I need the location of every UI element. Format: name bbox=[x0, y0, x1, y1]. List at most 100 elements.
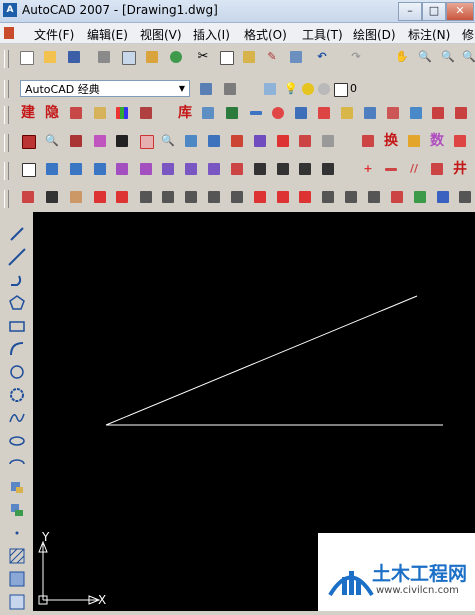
dim-ie-icon[interactable] bbox=[112, 187, 132, 207]
table-icon[interactable] bbox=[18, 131, 38, 151]
reducer-icon[interactable] bbox=[451, 103, 471, 123]
menu-tools[interactable]: 工具(T) bbox=[302, 26, 343, 43]
zoom-window-icon[interactable]: 🔍 bbox=[438, 47, 458, 67]
scissors-icon[interactable] bbox=[295, 159, 315, 179]
text-style-icon[interactable] bbox=[66, 103, 86, 123]
swap-table-icon[interactable] bbox=[358, 131, 378, 151]
dim-end-icon[interactable] bbox=[455, 187, 475, 207]
menu-insert[interactable]: 插入(I) bbox=[193, 26, 230, 43]
cut-icon[interactable]: ✂ bbox=[193, 47, 213, 67]
web-icon[interactable] bbox=[166, 47, 186, 67]
no-entry-icon[interactable] bbox=[268, 103, 288, 123]
toolbar-grip[interactable] bbox=[4, 80, 9, 98]
list-icon[interactable] bbox=[112, 131, 132, 151]
publish-icon[interactable] bbox=[142, 47, 162, 67]
polyline-icon[interactable] bbox=[7, 270, 27, 290]
dim-15c-icon[interactable] bbox=[295, 187, 315, 207]
well-tool-icon[interactable]: 井 bbox=[450, 159, 470, 179]
fraction-c-icon[interactable] bbox=[427, 159, 447, 179]
toolbar-grip[interactable] bbox=[4, 134, 9, 152]
dim-15-icon[interactable] bbox=[250, 187, 270, 207]
ellipse-icon[interactable] bbox=[7, 431, 27, 451]
construction-line-icon[interactable] bbox=[7, 247, 27, 267]
hide-tool-icon[interactable]: 隐 bbox=[42, 103, 62, 123]
close-button[interactable]: ✕ bbox=[446, 2, 474, 21]
dim-angle-icon[interactable] bbox=[181, 187, 201, 207]
dim-ratio-icon[interactable] bbox=[318, 187, 338, 207]
dim-ctrl-icon[interactable] bbox=[341, 187, 361, 207]
break-icon[interactable] bbox=[90, 131, 110, 151]
circle-icon[interactable] bbox=[7, 362, 27, 382]
maximize-button[interactable]: □ bbox=[422, 2, 446, 21]
bend-icon[interactable] bbox=[318, 159, 338, 179]
dim-arrow-icon[interactable] bbox=[387, 187, 407, 207]
workspace-settings-icon[interactable] bbox=[196, 79, 216, 99]
insert-line-icon[interactable] bbox=[381, 159, 401, 179]
text-ai-icon[interactable] bbox=[18, 159, 38, 179]
search-icon[interactable]: 🔍 bbox=[158, 131, 178, 151]
redo-icon[interactable]: ↷ bbox=[346, 47, 366, 67]
stack-icon[interactable] bbox=[204, 159, 224, 179]
hatch-icon[interactable] bbox=[158, 159, 178, 179]
pipe-b-icon[interactable] bbox=[250, 159, 270, 179]
layer-dropdown[interactable]: 0 bbox=[346, 80, 475, 97]
angle-dim-icon[interactable] bbox=[42, 159, 62, 179]
cross-icon[interactable]: + bbox=[358, 159, 378, 179]
menu-file[interactable]: 文件(F) bbox=[34, 26, 74, 43]
toolbar-grip[interactable] bbox=[4, 190, 9, 208]
bars-icon[interactable] bbox=[136, 159, 156, 179]
curve-icon[interactable] bbox=[318, 131, 338, 151]
grid-block-icon[interactable] bbox=[250, 131, 270, 151]
menu-modify[interactable]: 修 bbox=[462, 26, 474, 43]
workspace-dropdown[interactable]: AutoCAD 经典 ▼ bbox=[20, 80, 190, 97]
pan-icon[interactable]: ✋ bbox=[392, 47, 412, 67]
diagonal-icon[interactable] bbox=[227, 159, 247, 179]
menu-draw[interactable]: 绘图(D) bbox=[353, 26, 396, 43]
arrow-right-icon[interactable] bbox=[404, 131, 424, 151]
polygon-icon[interactable] bbox=[7, 293, 27, 313]
fraction-b-icon[interactable] bbox=[181, 159, 201, 179]
region-icon[interactable] bbox=[7, 592, 27, 612]
align-icon[interactable] bbox=[136, 103, 156, 123]
dim-scale-icon[interactable] bbox=[227, 187, 247, 207]
preview-icon[interactable] bbox=[118, 47, 138, 67]
hatch-icon[interactable] bbox=[7, 546, 27, 566]
save-icon[interactable] bbox=[64, 47, 84, 67]
toolbar-grip[interactable] bbox=[4, 50, 9, 68]
angle-icon[interactable] bbox=[450, 131, 470, 151]
fraction-icon[interactable] bbox=[204, 131, 224, 151]
document-menu-icon[interactable] bbox=[4, 27, 14, 39]
color-grid-icon[interactable] bbox=[112, 103, 132, 123]
dim-st-icon[interactable] bbox=[364, 187, 384, 207]
insert-block-icon[interactable] bbox=[7, 477, 27, 497]
mirror-icon[interactable] bbox=[66, 131, 86, 151]
arc-icon[interactable] bbox=[7, 339, 27, 359]
menu-edit[interactable]: 编辑(E) bbox=[87, 26, 128, 43]
ellipse-arc-icon[interactable] bbox=[7, 454, 27, 474]
double-slash-icon[interactable]: // bbox=[404, 159, 424, 179]
bolt-icon[interactable] bbox=[337, 103, 357, 123]
copy-icon[interactable] bbox=[216, 47, 236, 67]
zoom-previous-icon[interactable]: 🔍 bbox=[459, 47, 475, 67]
dim-dots-icon[interactable] bbox=[433, 187, 453, 207]
toolbar-grip[interactable] bbox=[4, 162, 9, 180]
wrench-icon[interactable] bbox=[273, 159, 293, 179]
make-block-icon[interactable] bbox=[7, 500, 27, 520]
revision-cloud-icon[interactable] bbox=[7, 385, 27, 405]
dimension-line-icon[interactable] bbox=[246, 103, 266, 123]
undo-icon[interactable]: ↶ bbox=[312, 47, 332, 67]
elbow-icon[interactable] bbox=[428, 103, 448, 123]
toolbar-grip[interactable] bbox=[4, 106, 9, 124]
rectangle-icon[interactable] bbox=[7, 316, 27, 336]
pipe-icon[interactable] bbox=[198, 103, 218, 123]
flange-icon[interactable] bbox=[383, 103, 403, 123]
block-editor-icon[interactable] bbox=[286, 47, 306, 67]
my-workspace-icon[interactable] bbox=[220, 79, 240, 99]
replace-tool-icon[interactable]: 换 bbox=[381, 131, 401, 151]
paste-icon[interactable] bbox=[239, 47, 259, 67]
column-icon[interactable] bbox=[222, 103, 242, 123]
acad-icon[interactable]: A bbox=[3, 3, 17, 17]
layer-manager-icon[interactable] bbox=[260, 79, 280, 99]
layers-icon[interactable] bbox=[90, 103, 110, 123]
menu-dimension[interactable]: 标注(N) bbox=[408, 26, 450, 43]
